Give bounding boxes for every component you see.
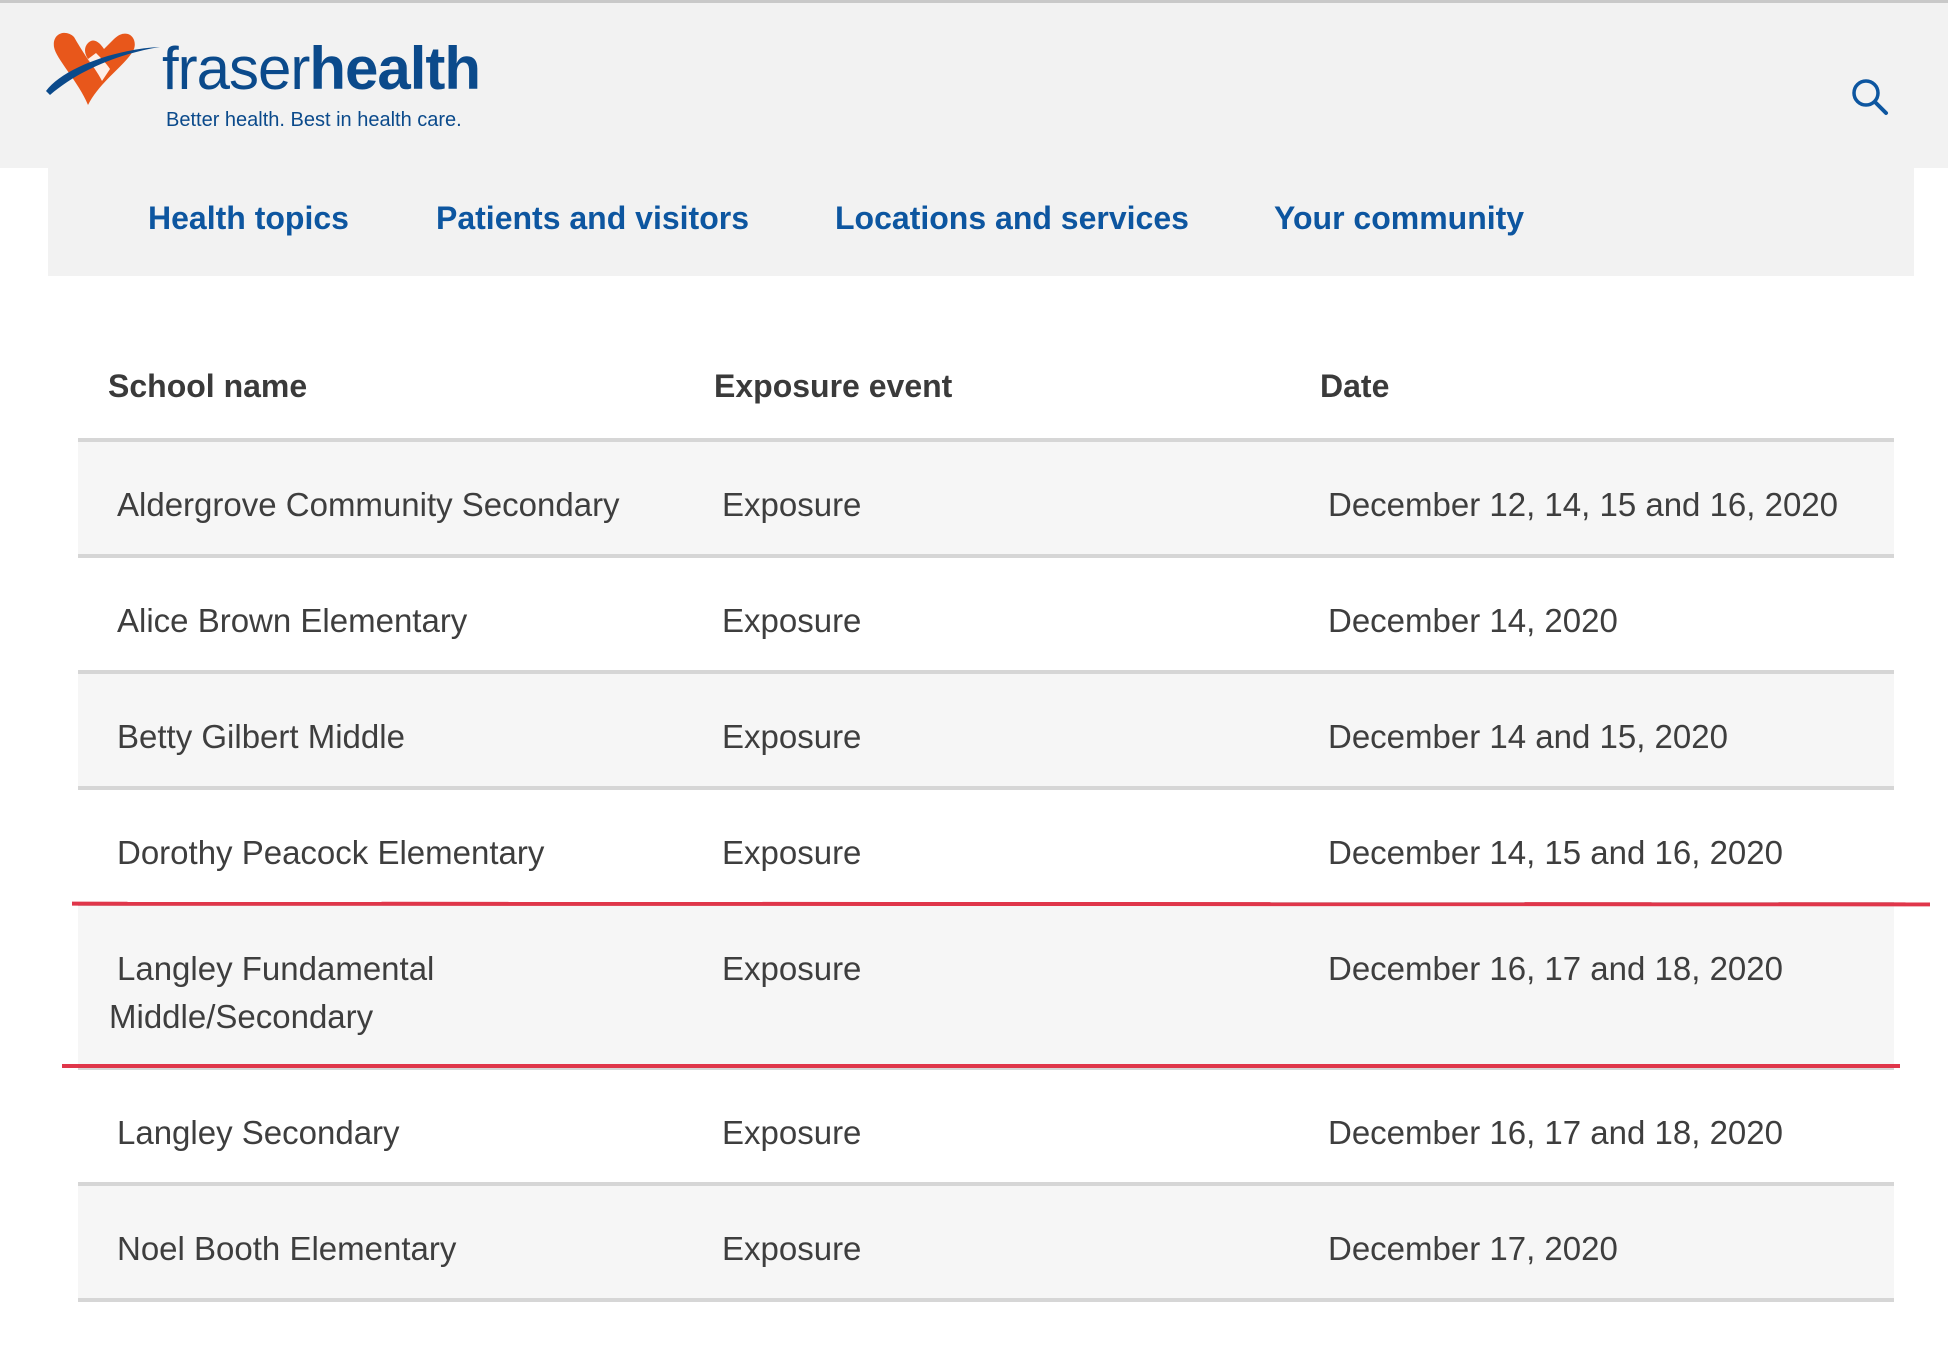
school-name-cell: Aldergrove Community Secondary <box>117 486 620 523</box>
exposure-event-cell: Exposure <box>722 950 862 987</box>
date-cell: December 14 and 15, 2020 <box>1328 718 1728 755</box>
exposure-event-cell: Exposure <box>722 1230 862 1267</box>
exposure-event-cell: Exposure <box>722 602 862 639</box>
brand-name-bold: health <box>309 35 481 102</box>
highlight-line-bottom <box>62 1064 1900 1068</box>
school-exposures-table: School name Exposure event Date Aldergro… <box>78 338 1894 1302</box>
brand-name-light: fraser <box>162 35 310 102</box>
exposure-event-cell: Exposure <box>722 486 862 523</box>
school-name-cell: Alice Brown Elementary <box>117 602 468 639</box>
exposure-event-cell: Exposure <box>722 834 862 871</box>
brand-wordmark: fraserhealth <box>162 39 481 99</box>
date-cell: December 17, 2020 <box>1328 1230 1618 1267</box>
date-cell: December 12, 14, 15 and 16, 2020 <box>1328 486 1839 523</box>
school-name-cell: Langley Secondary <box>117 1114 400 1151</box>
column-header-school-name: School name <box>108 368 308 404</box>
exposure-event-cell: Exposure <box>722 1114 862 1151</box>
nav-locations-and-services[interactable]: Locations and services <box>835 200 1189 237</box>
table-row: Alice Brown Elementary Exposure December… <box>78 558 1894 674</box>
school-name-line-2: Middle/Secondary <box>109 998 374 1035</box>
table-row: Dorothy Peacock Elementary Exposure Dece… <box>78 790 1894 906</box>
nav-health-topics[interactable]: Health topics <box>148 200 349 237</box>
column-header-date: Date <box>1320 368 1390 404</box>
brand-tagline: Better health. Best in health care. <box>166 109 462 131</box>
heart-logo-icon <box>46 32 160 106</box>
highlight-line-top <box>71 901 1931 907</box>
school-name-cell: Betty Gilbert Middle <box>117 718 405 755</box>
school-name-line-1: Langley Fundamental <box>117 950 435 987</box>
school-name-cell: Langley Fundamental Middle/Secondary <box>109 945 677 1041</box>
date-cell: December 14, 15 and 16, 2020 <box>1328 834 1783 871</box>
search-icon[interactable] <box>1850 77 1890 117</box>
table-row: Betty Gilbert Middle Exposure December 1… <box>78 674 1894 790</box>
table-row: Aldergrove Community Secondary Exposure … <box>78 442 1894 558</box>
date-cell: December 14, 2020 <box>1328 602 1618 639</box>
site-header: fraserhealth Better health. Best in heal… <box>0 3 1948 168</box>
table-row-highlighted: Langley Fundamental Middle/Secondary Exp… <box>78 906 1894 1070</box>
nav-patients-and-visitors[interactable]: Patients and visitors <box>436 200 749 237</box>
exposure-event-cell: Exposure <box>722 718 862 755</box>
table-row: Noel Booth Elementary Exposure December … <box>78 1186 1894 1302</box>
date-cell: December 16, 17 and 18, 2020 <box>1328 1114 1783 1151</box>
nav-your-community[interactable]: Your community <box>1274 200 1524 237</box>
school-name-cell: Noel Booth Elementary <box>117 1230 457 1267</box>
date-cell: December 16, 17 and 18, 2020 <box>1328 950 1783 987</box>
table-row: Langley Secondary Exposure December 16, … <box>78 1070 1894 1186</box>
column-header-exposure-event: Exposure event <box>714 368 953 404</box>
school-name-cell: Dorothy Peacock Elementary <box>117 834 545 871</box>
fraser-health-logo[interactable]: fraserhealth Better health. Best in heal… <box>44 29 481 139</box>
main-navigation: Health topics Patients and visitors Loca… <box>48 168 1914 276</box>
table-header-row: School name Exposure event Date <box>78 338 1894 442</box>
